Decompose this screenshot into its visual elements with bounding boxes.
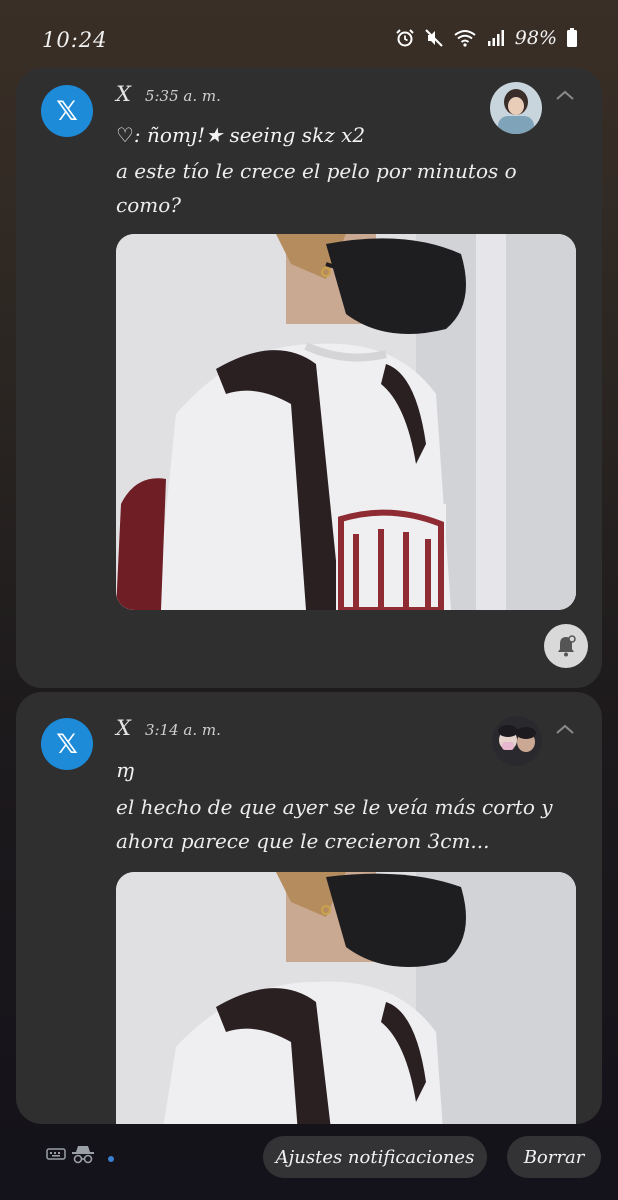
notification-card[interactable]: 𝕏 X 5:35 a. m. ♡: ñomȷ!★ seeing skz x2 a… <box>16 68 602 688</box>
notification-time: 3:14 a. m. <box>144 721 221 739</box>
keyboard-icon <box>46 1148 66 1160</box>
notification-title: ɱ <box>116 758 135 782</box>
status-time: 10:24 <box>42 28 108 52</box>
wifi-icon <box>454 30 476 47</box>
footer-icons <box>46 1144 96 1164</box>
notification-footer: Ajustes notificaciones Borrar <box>0 1128 618 1188</box>
notification-title: ♡: ñomȷ!★ seeing skz x2 <box>116 123 366 147</box>
page-indicator-dot <box>108 1156 114 1162</box>
signal-icon <box>487 30 504 46</box>
notification-image[interactable] <box>116 872 576 1124</box>
alarm-icon <box>396 29 414 47</box>
bell-icon <box>558 635 576 657</box>
battery-icon <box>567 28 577 47</box>
battery-percent: 98% <box>514 27 557 49</box>
x-logo-icon: 𝕏 <box>41 85 93 137</box>
app-name: X <box>116 82 131 106</box>
notification-header: X 3:14 a. m. <box>116 716 221 740</box>
incognito-icon <box>72 1146 94 1164</box>
avatar <box>490 82 542 134</box>
notification-image[interactable] <box>116 234 576 610</box>
chevron-up-icon[interactable] <box>554 88 576 102</box>
x-logo-icon: 𝕏 <box>41 718 93 770</box>
notification-header: X 5:35 a. m. <box>116 82 221 106</box>
status-icons: 98% <box>395 27 578 49</box>
chevron-up-icon[interactable] <box>554 722 576 736</box>
clear-button[interactable]: Borrar <box>507 1136 601 1178</box>
app-name: X <box>116 716 131 740</box>
notification-body: el hecho de que ayer se le veía más cort… <box>116 795 553 853</box>
notification-card[interactable]: 𝕏 X 3:14 a. m. ɱ el hecho de que ayer se… <box>16 692 602 1124</box>
notification-time: 5:35 a. m. <box>144 87 221 105</box>
mute-icon <box>425 29 443 47</box>
avatar <box>492 716 542 766</box>
notification-bell-button[interactable] <box>544 624 588 668</box>
notification-settings-button[interactable]: Ajustes notificaciones <box>263 1136 487 1178</box>
notification-body: a este tío le crece el pelo por minutos … <box>116 159 517 217</box>
